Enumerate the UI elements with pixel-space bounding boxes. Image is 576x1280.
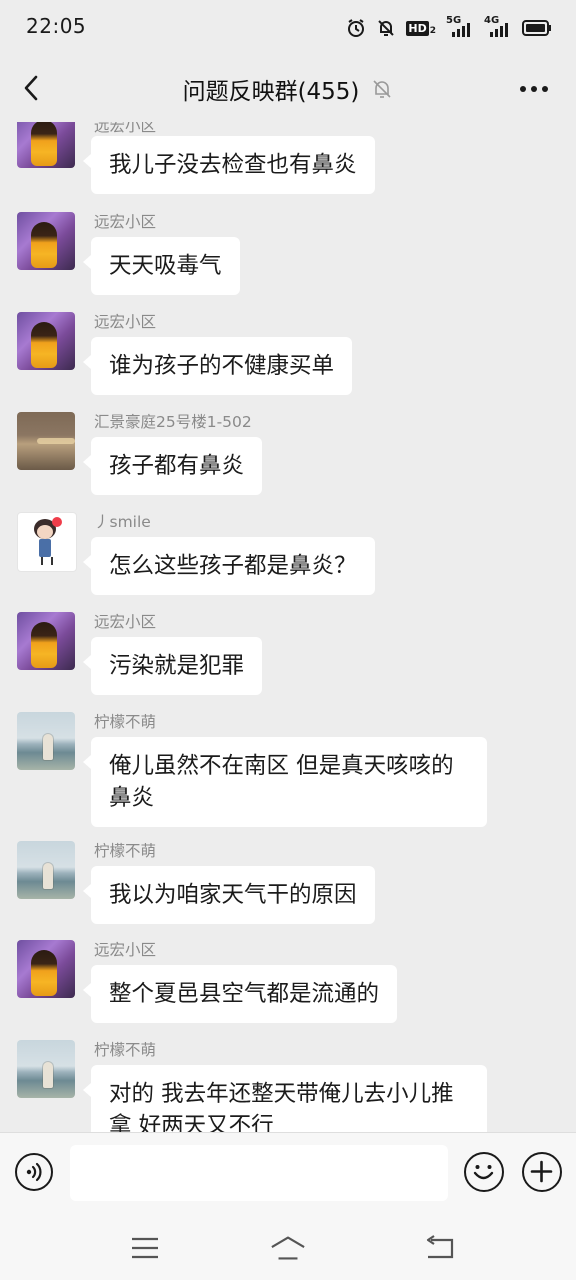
message-bubble[interactable]: 俺儿虽然不在南区 但是真天咳咳的 鼻炎: [83, 737, 487, 827]
back-icon: [426, 1235, 454, 1259]
message-bubble[interactable]: 谁为孩子的不健康买单: [82, 337, 353, 395]
avatar[interactable]: [17, 512, 77, 572]
nav-menu-button[interactable]: [127, 1230, 163, 1266]
avatar[interactable]: [17, 312, 75, 370]
avatar[interactable]: [17, 412, 75, 470]
sender-name: 远宏小区: [94, 213, 157, 231]
signal-5g-icon: 5G: [446, 15, 474, 38]
sender-name: 柠檬不萌: [94, 842, 157, 860]
avatar[interactable]: [17, 712, 75, 770]
message-bubble[interactable]: 污染就是犯罪: [82, 637, 263, 695]
avatar[interactable]: [17, 612, 75, 670]
plus-button[interactable]: [522, 1152, 562, 1192]
home-icon: [271, 1236, 305, 1260]
avatar[interactable]: [17, 940, 75, 998]
emoji-button[interactable]: [464, 1152, 504, 1192]
sender-name: 远宏小区: [94, 941, 157, 959]
hd-icon: HD 2: [406, 20, 436, 36]
battery-icon: [522, 20, 551, 36]
sender-name: 柠檬不萌: [94, 713, 157, 731]
bell-muted-icon: [373, 80, 391, 98]
alarm-icon: [348, 19, 365, 37]
sender-name: 柠檬不萌: [94, 1041, 157, 1059]
system-nav-bar: [0, 1216, 576, 1280]
status-icons: HD 2 5G 4G: [346, 15, 552, 40]
message-bubble[interactable]: 怎么这些孩子都是鼻炎？: [83, 537, 375, 595]
chat-title-area: 问题反映群(455): [0, 72, 576, 106]
sender-name: 远宏小区: [94, 313, 157, 331]
message-bubble[interactable]: 对的 我去年还整天带俺儿去小儿推拿 好两天又不行: [83, 1065, 487, 1132]
status-bar: 22:05 HD 2 5G 4G: [0, 0, 576, 56]
message-bubble[interactable]: 整个夏邑县空气都是流通的: [82, 965, 398, 1023]
avatar[interactable]: [17, 841, 75, 899]
input-bar: [0, 1132, 576, 1217]
more-button[interactable]: [514, 74, 554, 104]
message-bubble[interactable]: 我儿子没去检查也有鼻炎: [83, 136, 375, 194]
signal-4g-icon: 4G: [484, 15, 512, 38]
message-bubble[interactable]: 孩子都有鼻炎: [82, 437, 263, 495]
status-time: 22:05: [26, 14, 87, 38]
more-dots-icon: [520, 86, 548, 92]
nav-back-button[interactable]: [421, 1230, 457, 1266]
sender-name: 丿smile: [94, 513, 151, 531]
avatar[interactable]: [17, 1040, 75, 1098]
title-wrap: 问题反映群(455): [183, 72, 394, 106]
page-title: 问题反映群(455): [182, 79, 360, 105]
avatar[interactable]: [17, 212, 75, 270]
message-bubble[interactable]: 天天吸毒气: [83, 237, 240, 295]
message-input[interactable]: [70, 1145, 448, 1201]
voice-button[interactable]: [15, 1153, 53, 1191]
voice-icon: [26, 1162, 42, 1182]
sender-name: 汇景豪庭25号楼1-502: [94, 413, 252, 431]
message-list[interactable]: 远宏小区 我儿子没去检查也有鼻炎 远宏小区 天天吸毒气 远宏小区 谁为孩子的不健…: [0, 122, 576, 1132]
hd-sub-label: 2: [429, 25, 436, 36]
chat-screen: 22:05 HD 2 5G 4G 问题反映群(455) 远宏小区 我儿子没去检查…: [0, 0, 576, 1280]
sender-name: 远宏小区: [94, 613, 157, 631]
message-bubble[interactable]: 我以为咱家天气干的原因: [83, 866, 375, 924]
chat-header: 问题反映群(455): [0, 56, 576, 122]
menu-icon: [132, 1237, 158, 1259]
hd-label: HD: [406, 20, 429, 36]
nav-home-button[interactable]: [270, 1230, 306, 1266]
mute-bell-icon: [378, 20, 395, 36]
sender-name: 远宏小区: [94, 122, 157, 135]
emoji-icon: [473, 1165, 494, 1180]
avatar[interactable]: [17, 122, 75, 168]
plus-icon: [530, 1160, 553, 1183]
